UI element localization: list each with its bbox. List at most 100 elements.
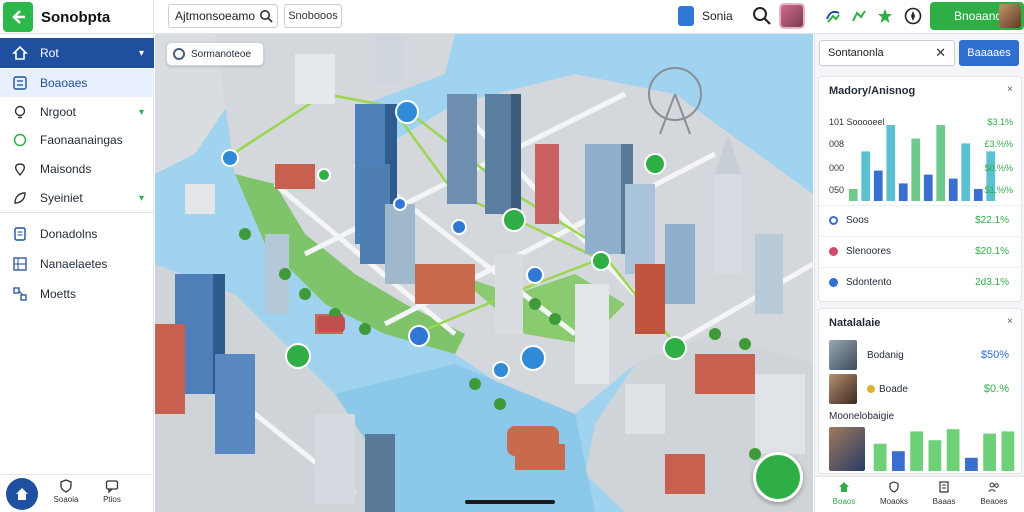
primary-action-button[interactable]: Bnoaanc [930, 2, 1024, 30]
status-dot [829, 278, 838, 287]
compass-icon[interactable] [904, 7, 922, 25]
grid-icon [12, 256, 28, 272]
avatar [829, 427, 865, 471]
analytics-icon[interactable] [850, 7, 868, 25]
bottom-tab-label: Ptios [103, 495, 121, 504]
shield-icon [60, 479, 72, 493]
team-member-row[interactable]: Bodanig $50% [819, 339, 1023, 371]
sidebar-item-moetts[interactable]: Moetts [0, 280, 154, 308]
stat-value: 2d3.1% [975, 277, 1009, 288]
chart-row-label: 000 [829, 163, 845, 173]
sidebar-item-nanaelaetes[interactable]: Nanaelaetes [0, 250, 154, 278]
account-avatar[interactable] [999, 4, 1021, 28]
location-icon [173, 48, 185, 60]
team-bar-chart [873, 429, 1015, 471]
search-box[interactable] [168, 4, 278, 28]
chart-bar [910, 431, 924, 471]
tab-moaoks[interactable]: Moaoks [869, 481, 919, 506]
stat-value: $20.1% [975, 246, 1009, 257]
sidebar-item-label: Boaoaes [40, 76, 88, 90]
sidebar-item-faonaanaingas[interactable]: Faonaanaingas [0, 126, 154, 154]
chevron-down-icon: ▾ [138, 192, 144, 204]
map-layer-label[interactable]: Sonia [702, 9, 733, 23]
member-name: Boade [879, 383, 908, 395]
chart-bar [911, 138, 921, 201]
chart-bar [961, 143, 971, 201]
chart-row-label: 101 Sooooeel [829, 117, 885, 127]
member-value: $50% [980, 349, 1009, 361]
status-dot [867, 385, 875, 393]
stats-card-title: Madory/Anisnog [829, 85, 916, 97]
collapse-icon[interactable]: × [1007, 84, 1013, 95]
city-map[interactable]: Sormanoteoe [155, 34, 813, 512]
clear-icon[interactable]: ✕ [935, 45, 946, 61]
search-icon[interactable] [259, 9, 273, 23]
tab-baaas[interactable]: Baaas [919, 481, 969, 506]
stat-row[interactable]: Sdontento 2d3.1% [819, 267, 1023, 297]
tab-label: Beaoes [980, 497, 1008, 506]
app-root: Sonobpta Snobooos Sonia Bnoaanc Rot ▾ Bo… [0, 0, 1024, 512]
user-avatar[interactable] [779, 3, 805, 29]
status-dot [829, 216, 838, 225]
map-layer-icon[interactable] [678, 6, 694, 26]
home-button[interactable] [6, 478, 38, 510]
chart-bar [973, 189, 983, 201]
panel-search-box[interactable]: ✕ [819, 40, 955, 66]
member-name: Bodanig [867, 349, 904, 361]
top-bar: Sonobpta Snobooos Sonia Bnoaanc [0, 0, 1024, 34]
shield-icon [889, 481, 899, 493]
sidebar-item-label: Moetts [40, 287, 77, 301]
sidebar-item-donadolns[interactable]: Donadolns [0, 220, 154, 248]
tab-boaos[interactable]: Boaos [819, 481, 869, 506]
stat-label: Sdontento [846, 277, 892, 288]
chart-bar [891, 451, 905, 471]
avatar [829, 340, 857, 370]
bottom-tab-ptios[interactable]: Ptios [90, 479, 134, 509]
filter-chip[interactable]: Snobooos [284, 4, 342, 28]
chart-bar [898, 183, 908, 201]
chart-bar [936, 125, 946, 201]
sidebar-divider [0, 212, 154, 213]
map-location-chip[interactable]: Sormanoteoe [166, 42, 264, 66]
chevron-down-icon: ▾ [138, 106, 144, 118]
panel-search-button[interactable]: Baaaaes [959, 40, 1019, 66]
sidebar-item-syeiniet[interactable]: Syeiniet ▾ [0, 184, 154, 212]
chart-bar [964, 457, 978, 471]
sidebar-bottom-bar: Soaoia Ptios [0, 474, 154, 512]
sidebar-item-home[interactable]: Rot ▾ [0, 38, 154, 68]
member-value: $0.% [983, 383, 1009, 395]
brand[interactable]: Sonobpta [0, 0, 154, 34]
sidebar-item-label: Nrgoot [40, 105, 77, 119]
stat-row[interactable]: Soos $22.1% [819, 205, 1023, 235]
sidebar-item-nrgoot[interactable]: Nrgoot ▾ [0, 98, 154, 126]
search-input[interactable] [175, 9, 255, 23]
sidebar-item-label: Faonaanaingas [40, 133, 123, 147]
chart-row-value: $0.%% [984, 163, 1013, 173]
stats-card: Madory/Anisnog × 101 Sooooeel $3.1% 008 … [818, 76, 1023, 302]
stat-row[interactable]: Slenoores $20.1% [819, 236, 1023, 266]
sidebar-item-maisonds[interactable]: Maisonds [0, 155, 154, 183]
list-icon [12, 75, 28, 91]
bottom-tab-soaoia[interactable]: Soaoia [44, 479, 88, 509]
status-dot [829, 247, 838, 256]
doc-icon [939, 481, 949, 493]
tab-beaoes[interactable]: Beaoes [969, 481, 1019, 506]
tab-label: Baaas [932, 497, 956, 506]
bottom-sheet-handle[interactable] [465, 500, 555, 504]
network-icon [12, 286, 28, 302]
stat-label: Slenoores [846, 246, 892, 257]
close-icon[interactable]: × [1007, 316, 1013, 327]
map-action-button[interactable] [753, 452, 803, 502]
right-panel: ✕ Baaaaes Madory/Anisnog × 101 Sooooeel … [814, 34, 1024, 512]
back-arrow-icon[interactable] [3, 2, 33, 32]
pin-icon [12, 161, 28, 177]
star-icon[interactable] [876, 7, 894, 25]
home-icon [16, 488, 28, 500]
team-member-row[interactable]: Boade $0.% [819, 373, 1023, 405]
team-card-title: Natalalaie [829, 317, 881, 329]
share-icon[interactable] [824, 7, 842, 25]
global-search-icon[interactable] [752, 6, 772, 26]
panel-search-input[interactable] [828, 47, 928, 59]
sidebar-item-boaoaes[interactable]: Boaoaes [0, 69, 154, 97]
chart-bar [928, 440, 942, 471]
